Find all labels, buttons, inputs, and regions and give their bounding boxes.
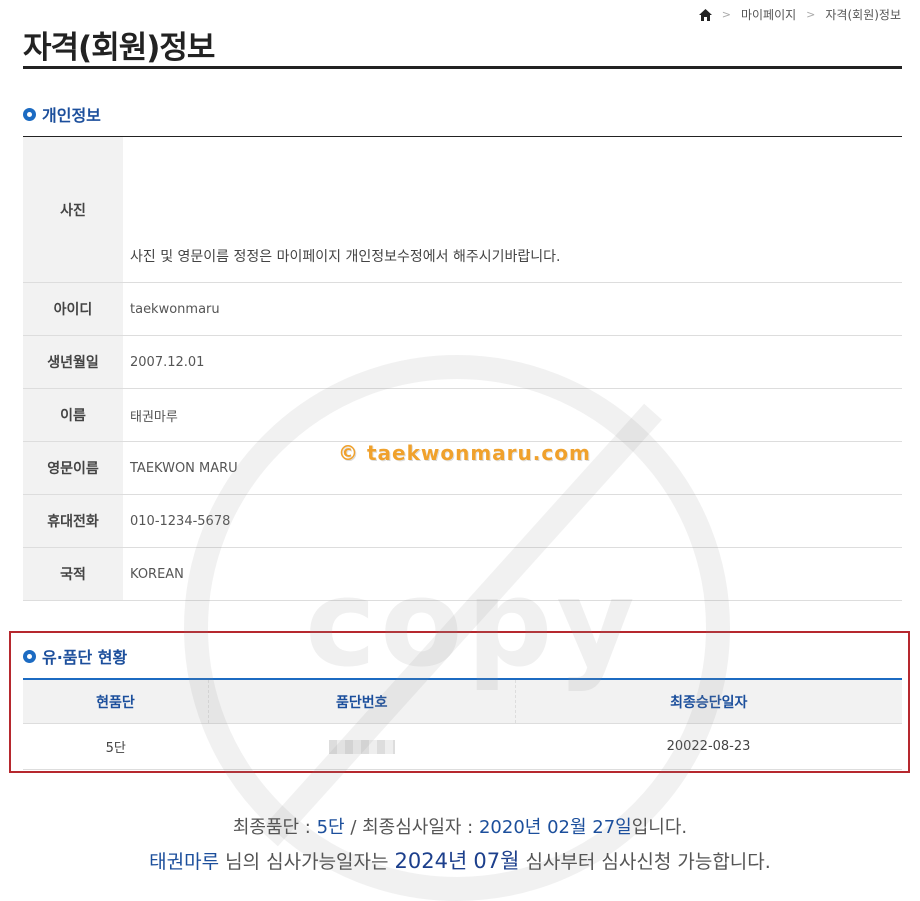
summary-grade: 5단 <box>316 817 345 838</box>
home-icon[interactable] <box>698 8 712 21</box>
blurred-number <box>328 739 395 754</box>
nationality-value: KOREAN <box>123 547 902 601</box>
grade-status-heading-text: 유·품단 현황 <box>42 648 128 667</box>
name-label: 이름 <box>23 388 123 442</box>
table-row: 아이디 taekwonmaru <box>23 282 902 336</box>
summary-text: / 최종심사일자 : <box>344 817 479 838</box>
current-grade-value: 5단 <box>23 723 209 770</box>
personal-info-table: 사진 사진 및 영문이름 정정은 마이페이지 개인정보수정에서 해주시기바랍니다… <box>23 136 902 601</box>
summary-month: 02월 <box>547 817 587 838</box>
table-row: 이름 태권마루 <box>23 388 902 442</box>
grade-status-heading: 유·품단 현황 <box>23 644 127 668</box>
bullet-icon <box>23 649 36 663</box>
breadcrumb-current: 자격(회원)정보 <box>825 8 901 22</box>
personal-info-heading: 개인정보 <box>23 102 101 126</box>
summary-text: 심사부터 심사신청 가능합니다. <box>519 851 771 873</box>
name-value: 태권마루 <box>123 388 902 442</box>
table-row: 5단 20022-08-23 <box>23 723 902 770</box>
birthdate-label: 생년월일 <box>23 335 123 389</box>
eligible-month: 07월 <box>473 849 520 873</box>
photo-cell: 사진 및 영문이름 정정은 마이페이지 개인정보수정에서 해주시기바랍니다. <box>123 136 902 283</box>
table-header-row: 현품단 품단번호 최종승단일자 <box>23 679 902 724</box>
title-divider <box>23 66 902 69</box>
table-row: 휴대전화 010-1234-5678 <box>23 494 902 548</box>
summary-text: 입니다. <box>631 817 688 838</box>
eligible-year: 2024년 <box>394 849 468 873</box>
id-label: 아이디 <box>23 282 123 336</box>
final-grade-summary: 최종품단 : 5단 / 최종심사일자 : 2020년 02월 27일입니다. <box>0 813 920 839</box>
table-row: 생년월일 2007.12.01 <box>23 335 902 389</box>
page-title: 자격(회원)정보 <box>23 30 215 66</box>
bullet-icon <box>23 107 36 121</box>
breadcrumb-separator: > <box>721 8 731 21</box>
table-row: 사진 사진 및 영문이름 정정은 마이페이지 개인정보수정에서 해주시기바랍니다… <box>23 136 902 283</box>
id-value: taekwonmaru <box>123 282 902 336</box>
summary-day: 27일 <box>592 817 632 838</box>
nationality-label: 국적 <box>23 547 123 601</box>
breadcrumb-mypage[interactable]: 마이페이지 <box>741 6 796 23</box>
birthdate-value: 2007.12.01 <box>123 335 902 389</box>
summary-text: 최종품단 : <box>232 817 317 838</box>
photo-note: 사진 및 영문이름 정정은 마이페이지 개인정보수정에서 해주시기바랍니다. <box>130 248 561 265</box>
col-last-promotion-date: 최종승단일자 <box>515 679 902 724</box>
mobile-value: 010-1234-5678 <box>123 494 902 548</box>
grade-number-value <box>208 723 516 770</box>
breadcrumb-separator: > <box>806 8 816 21</box>
summary-name: 태권마루 <box>149 851 220 873</box>
col-grade-number: 품단번호 <box>208 679 516 724</box>
photo-label: 사진 <box>23 136 123 283</box>
personal-info-heading-text: 개인정보 <box>42 106 101 125</box>
mobile-label: 휴대전화 <box>23 494 123 548</box>
watermark-text: © taekwonmaru.com <box>338 441 591 465</box>
summary-text: 님의 심사가능일자는 <box>219 851 395 873</box>
english-name-label: 영문이름 <box>23 441 123 495</box>
summary-year: 2020년 <box>478 817 542 838</box>
table-row: 국적 KOREAN <box>23 547 902 601</box>
breadcrumb: > 마이페이지 > 자격(회원)정보 <box>698 6 901 23</box>
last-promotion-date-value: 20022-08-23 <box>515 723 902 770</box>
exam-eligibility-summary: 태권마루 님의 심사가능일자는 2024년 07월 심사부터 심사신청 가능합니… <box>0 845 920 875</box>
grade-table: 현품단 품단번호 최종승단일자 5단 20022-08-23 <box>23 678 902 770</box>
col-current-grade: 현품단 <box>23 679 209 724</box>
